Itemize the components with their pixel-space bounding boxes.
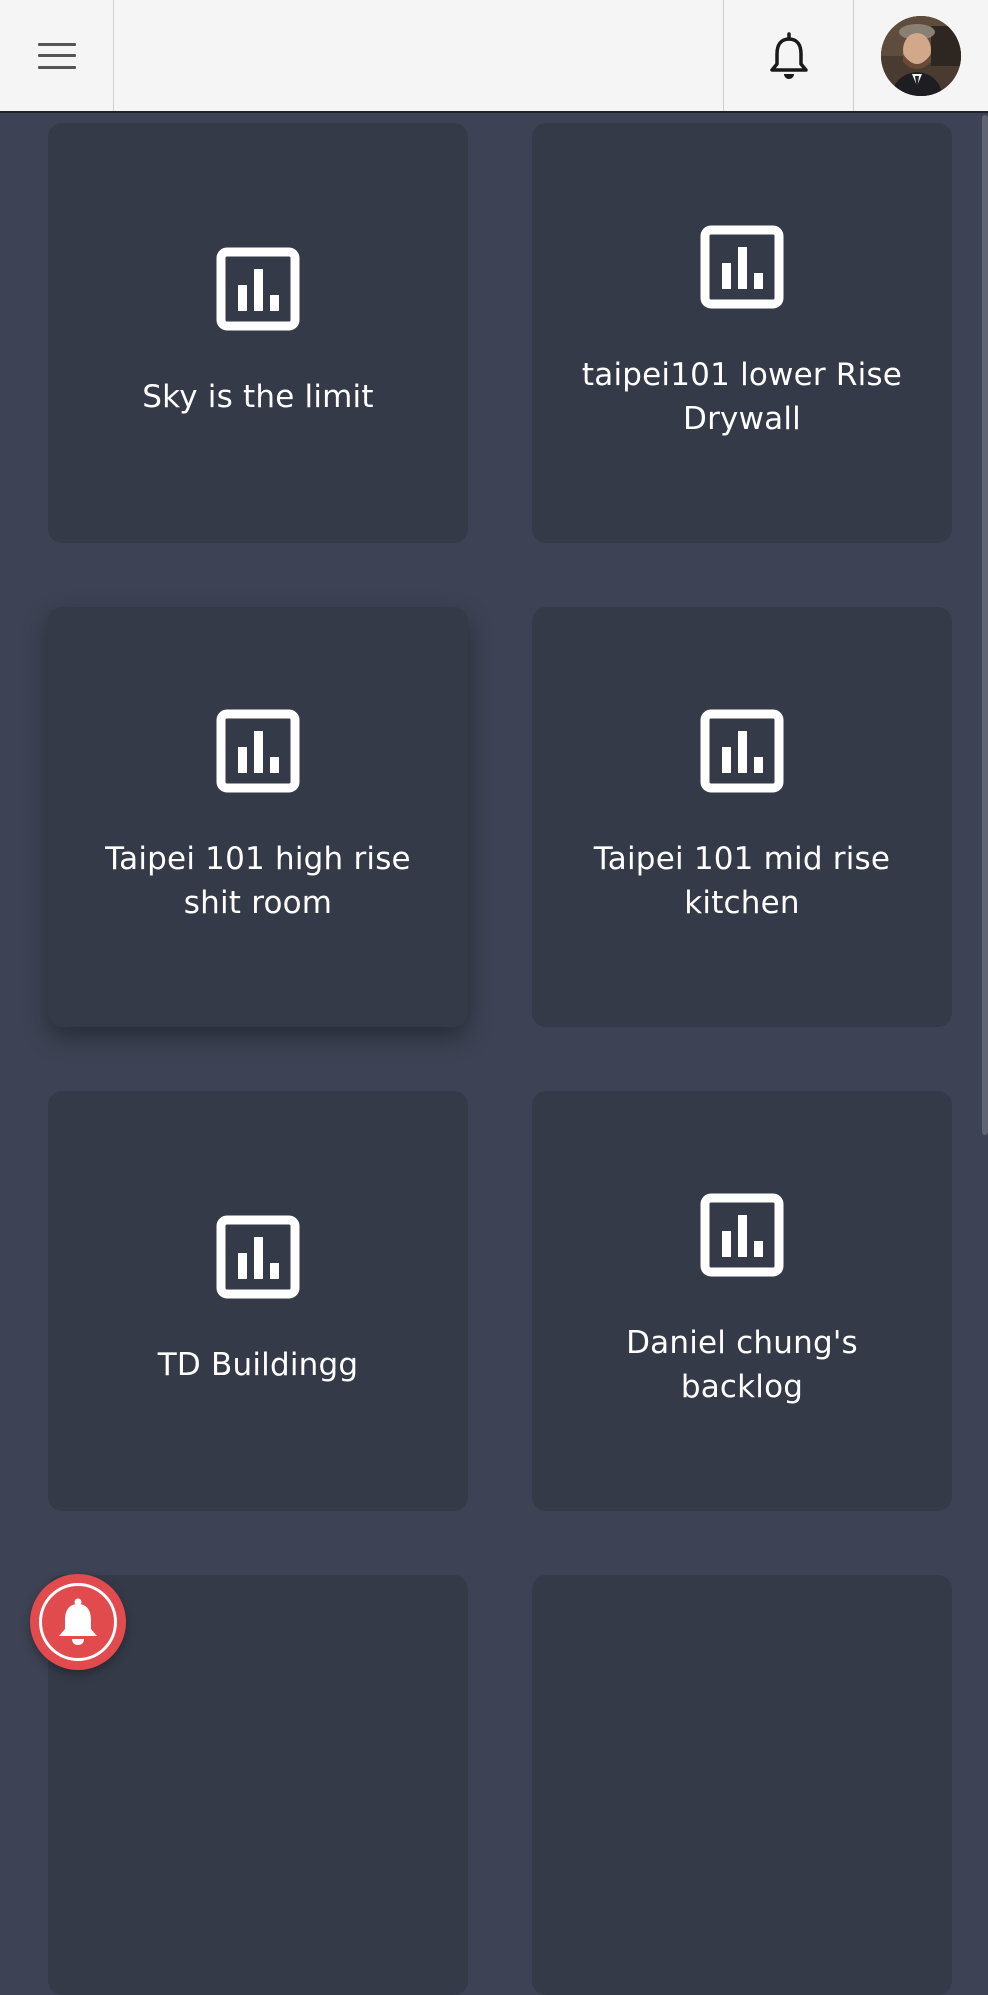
bar-chart-icon [700,709,784,793]
fab-ring [39,1583,117,1661]
bar-chart-icon [216,1215,300,1299]
notification-fab[interactable] [30,1574,126,1670]
board-title: Daniel chung's backlog [626,1325,858,1405]
bar-chart-icon [700,1193,784,1277]
header-spacer [114,0,724,111]
bar-chart-icon [216,709,300,793]
board-card[interactable]: Taipei 101 mid rise kitchen [532,607,952,1027]
board-card[interactable]: Sky is the limit [48,123,468,543]
board-card[interactable]: taipei101 lower Rise Drywall [532,123,952,543]
top-navbar [0,0,988,113]
avatar-cell [854,0,988,111]
scrollbar[interactable] [982,115,988,1135]
board-card[interactable]: Daniel chung's backlog [532,1091,952,1511]
notification-bell-icon[interactable] [768,31,810,80]
board-title: Sky is the limit [142,379,374,415]
board-title: Taipei 101 high rise shit room [105,841,411,921]
notification-bell-icon [59,1598,97,1645]
board-card[interactable]: Taipei 101 high rise shit room [48,607,468,1027]
bar-chart-icon [216,247,300,331]
board-card[interactable]: TD Buildingg [48,1091,468,1511]
hamburger-menu-icon[interactable] [37,42,76,69]
menu-cell [0,0,114,111]
bar-chart-icon [700,225,784,309]
board-title: taipei101 lower Rise Drywall [581,357,903,437]
board-title: Taipei 101 mid rise kitchen [593,841,891,921]
user-avatar[interactable] [881,15,961,96]
board-card[interactable] [532,1575,952,1995]
board-title: TD Buildingg [157,1347,359,1383]
notification-cell [724,0,854,111]
